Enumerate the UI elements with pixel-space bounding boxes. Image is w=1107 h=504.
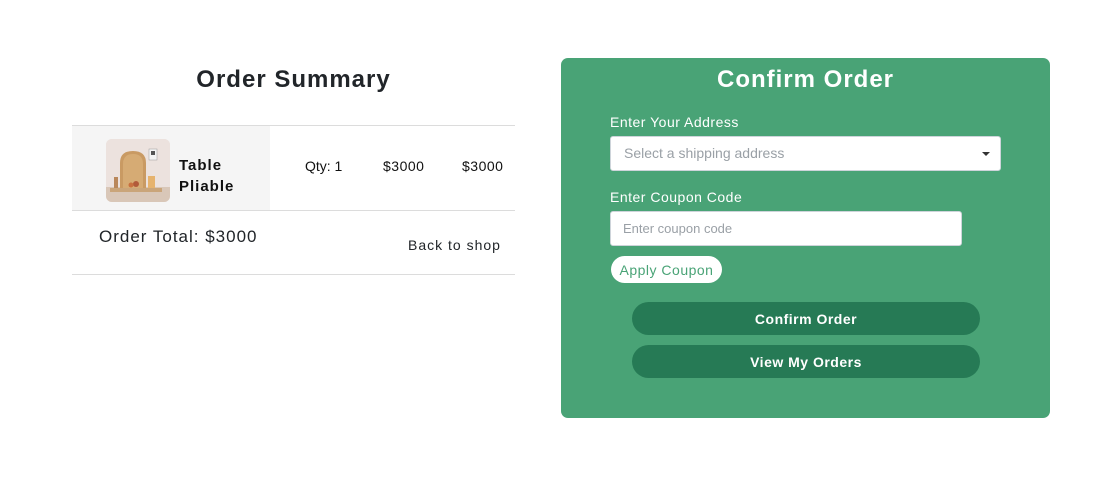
address-select[interactable]: Select a shipping address bbox=[610, 136, 1001, 171]
coupon-label: Enter Coupon Code bbox=[610, 189, 743, 205]
order-total-row: Order Total: $3000 Back to shop bbox=[72, 211, 515, 275]
product-cell: Table Pliable bbox=[72, 126, 270, 210]
address-label: Enter Your Address bbox=[610, 114, 739, 130]
cart-item-row: Table Pliable Qty: 1 $3000 $3000 bbox=[72, 125, 515, 211]
view-my-orders-button[interactable]: View My Orders bbox=[632, 345, 980, 378]
confirm-order-button[interactable]: Confirm Order bbox=[632, 302, 980, 335]
confirm-order-title: Confirm Order bbox=[716, 66, 894, 93]
address-placeholder: Select a shipping address bbox=[624, 145, 785, 161]
product-name: Table Pliable bbox=[179, 157, 235, 195]
dropdown-caret-icon bbox=[982, 152, 990, 156]
item-price: $3000 bbox=[383, 158, 425, 174]
item-subtotal: $3000 bbox=[462, 158, 504, 174]
confirm-order-panel: Confirm Order Enter Your Address Select … bbox=[561, 58, 1050, 418]
back-to-shop-link[interactable]: Back to shop bbox=[408, 237, 501, 253]
order-summary-section: Order Summary Table Pliable Qty: 1 $3000… bbox=[72, 58, 515, 275]
product-image bbox=[106, 139, 170, 202]
item-quantity: Qty: 1 bbox=[305, 158, 343, 174]
order-total: Order Total: $3000 bbox=[99, 227, 258, 246]
coupon-input[interactable] bbox=[610, 211, 962, 246]
order-summary-title: Order Summary bbox=[196, 66, 391, 93]
apply-coupon-button[interactable]: Apply Coupon bbox=[611, 256, 722, 283]
